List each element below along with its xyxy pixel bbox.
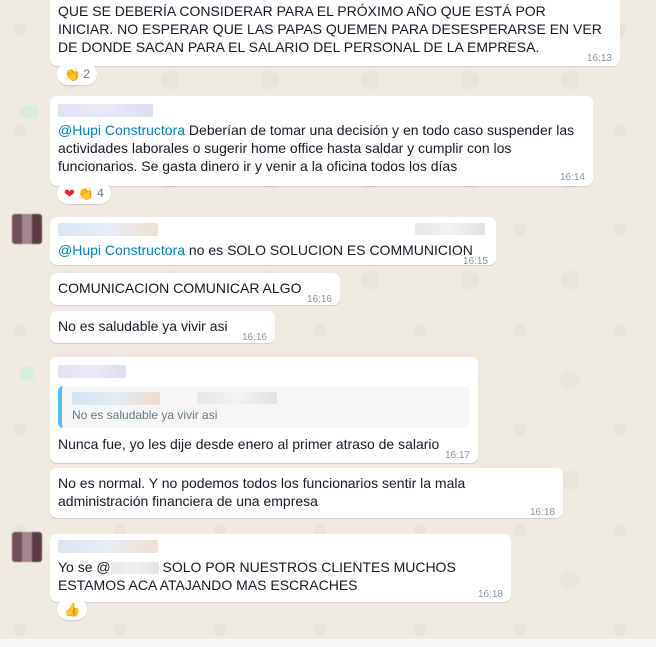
reaction-badge[interactable]: 👏 2 [57, 63, 97, 85]
message-time: 16:15 [462, 256, 488, 267]
message-bubble[interactable]: QUE SE DEBERÍA CONSIDERAR PARA EL PRÓXIM… [50, 0, 620, 66]
message-text: QUE SE DEBERÍA CONSIDERAR PARA EL PRÓXIM… [58, 3, 602, 55]
sender-name [58, 223, 158, 236]
reaction-badge[interactable]: 👍 [57, 598, 88, 620]
message-time: 16:13 [586, 53, 612, 64]
message-bubble[interactable]: @Hupi Constructora Deberían de tomar una… [50, 96, 593, 186]
thumbs-up-icon: 👍 [64, 601, 81, 617]
reaction-badge[interactable]: ❤ 👏 4 [57, 182, 111, 204]
mention-link[interactable]: @Hupi Constructora [58, 242, 185, 258]
clap-icon: 👏 [77, 185, 95, 201]
message-time: 16:18 [529, 507, 555, 518]
quoted-text: No es saludable ya vivir asi [72, 408, 218, 422]
sender-tag [20, 366, 34, 380]
message-body: no es SOLO SOLUCION ES COMMUNICION [185, 242, 473, 258]
sender-name [58, 540, 158, 553]
message-bubble[interactable]: No es saludable ya vivir asi 16:16 [50, 311, 275, 343]
sender-tag [20, 106, 38, 118]
message-text: Yo se @ SOLO POR NUESTROS CLIENTES MUCHO… [58, 558, 503, 594]
avatar[interactable] [12, 532, 42, 562]
heart-icon: ❤ [64, 185, 75, 201]
message-bubble[interactable]: No es saludable ya vivir asi Nunca fue, … [50, 357, 478, 463]
message-text: Nunca fue, yo les dije desde enero al pr… [58, 436, 440, 452]
message-text: No es normal. Y no podemos todos los fun… [58, 475, 466, 509]
message-time: 16:16 [306, 294, 332, 305]
mention-redacted [110, 562, 159, 574]
sender-name [58, 104, 153, 117]
message-bubble[interactable]: Yo se @ SOLO POR NUESTROS CLIENTES MUCHO… [50, 534, 511, 602]
sender-name [58, 365, 126, 378]
mention-link[interactable]: @Hupi Constructora [58, 122, 185, 138]
avatar[interactable] [12, 214, 42, 244]
message-bubble[interactable]: COMUNICACION COMUNICAR ALGO 16:16 [50, 273, 340, 305]
reaction-count: 2 [83, 67, 90, 81]
clap-icon: 👏 [64, 66, 81, 82]
quoted-phone [197, 392, 277, 404]
message-prefix: Yo se @ [58, 559, 111, 575]
reaction-count: 4 [97, 186, 104, 200]
message-text: No es saludable ya vivir asi [58, 318, 228, 334]
message-time: 16:14 [559, 172, 585, 183]
message-bubble[interactable]: No es normal. Y no podemos todos los fun… [50, 468, 563, 518]
message-bubble[interactable]: @Hupi Constructora no es SOLO SOLUCION E… [50, 217, 496, 267]
footer-bar [0, 639, 656, 647]
message-text: COMUNICACION COMUNICAR ALGO [58, 280, 302, 296]
message-text: @Hupi Constructora no es SOLO SOLUCION E… [58, 241, 488, 259]
message-text: @Hupi Constructora Deberían de tomar una… [58, 121, 585, 175]
quoted-sender [72, 392, 160, 405]
message-time: 16:16 [241, 332, 267, 343]
quoted-message[interactable]: No es saludable ya vivir asi [58, 386, 470, 428]
sender-phone [415, 223, 485, 235]
message-time: 16:17 [444, 450, 470, 461]
message-time: 16:18 [477, 589, 503, 600]
